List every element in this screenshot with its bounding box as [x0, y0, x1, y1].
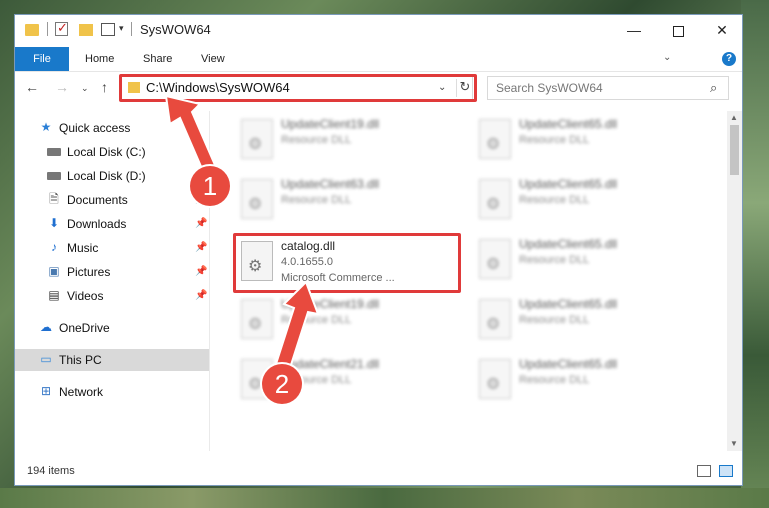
step-1-badge: 1	[190, 166, 230, 206]
arrow-2	[274, 280, 320, 370]
step-2-badge: 2	[262, 364, 302, 404]
annotation-arrows	[164, 94, 320, 370]
